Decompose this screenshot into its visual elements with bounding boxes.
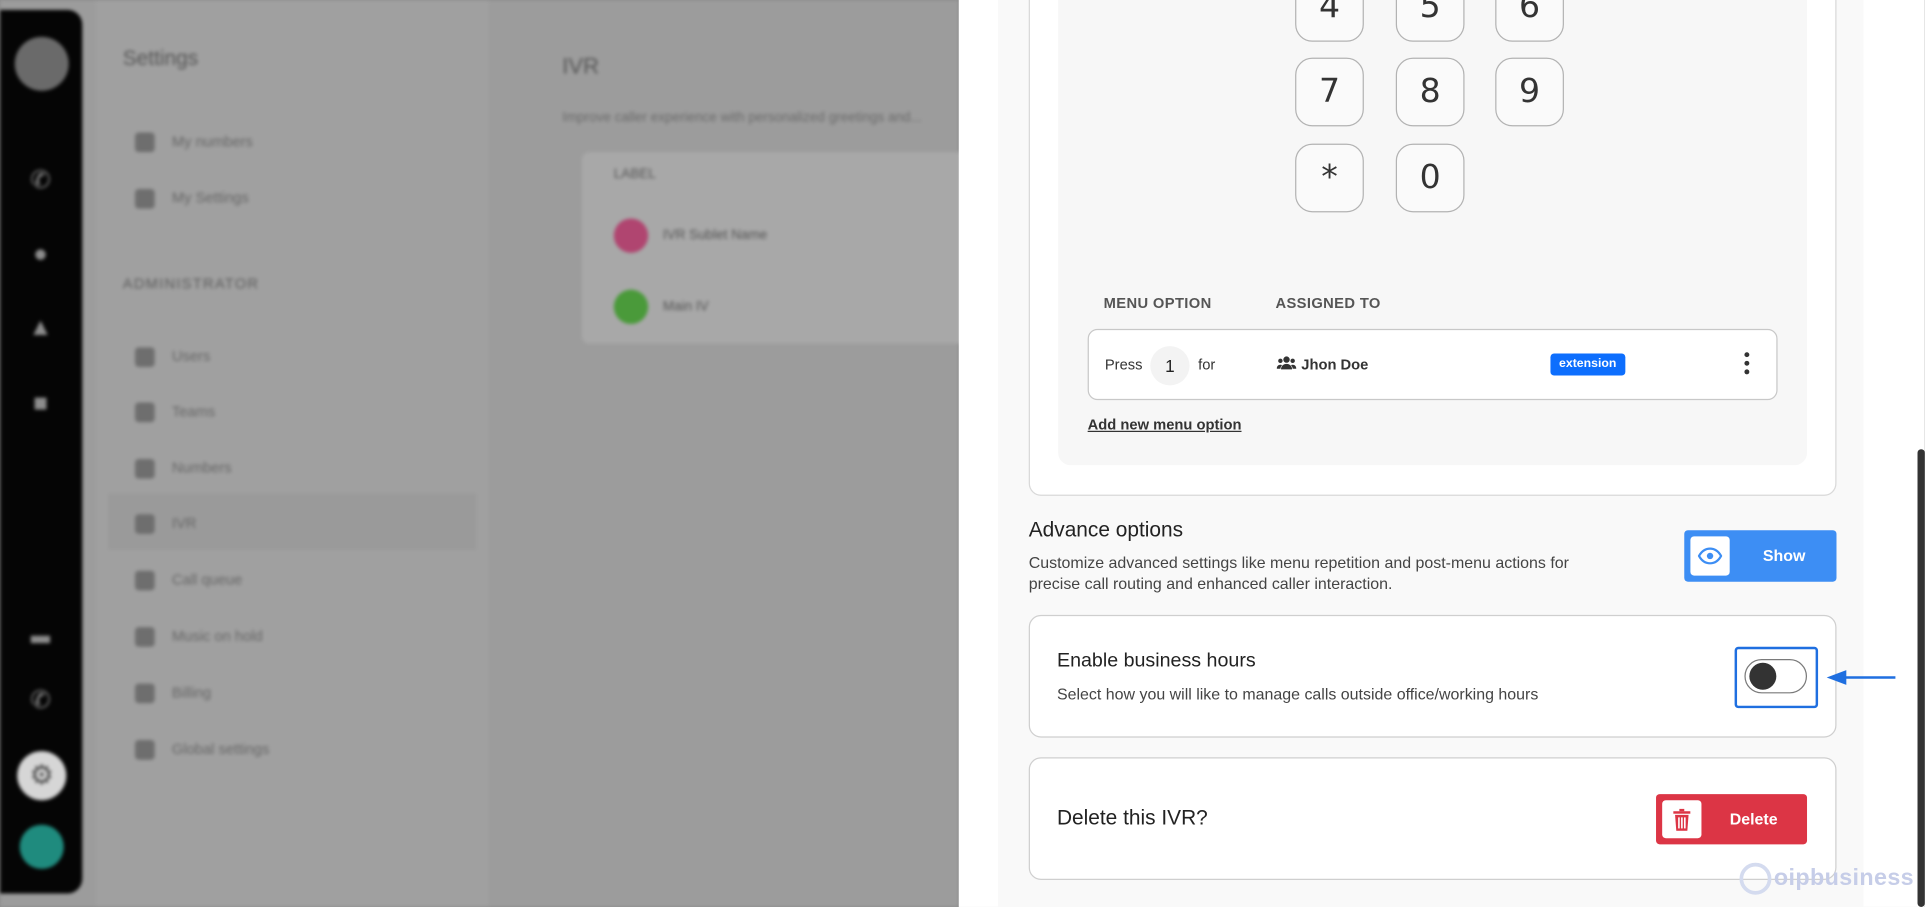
add-menu-option-link[interactable]: Add new menu option — [1088, 416, 1242, 433]
trash-icon — [1662, 800, 1702, 839]
press-label: Press — [1104, 355, 1143, 374]
column-header-menu-option: MENU OPTION — [1103, 294, 1212, 312]
advance-options-title: Advance options — [1028, 517, 1184, 542]
phone-icon: ✆ — [30, 166, 51, 194]
show-button-label: Show — [1762, 546, 1806, 565]
delete-button-label: Delete — [1729, 810, 1778, 829]
keypad-key-9[interactable]: 9 — [1495, 57, 1564, 127]
menu-option-row: Press 1 for Jhon Doe extension — [1087, 328, 1778, 401]
phone-settings-icon: ✆ — [30, 687, 51, 715]
nav-item: Users — [135, 347, 210, 367]
annotation-arrow-icon — [1826, 670, 1896, 685]
stats-icon: ▂ — [31, 616, 50, 644]
background-app: ✆ ● ▲ ■ ▂ ✆ ⚙ Settings My numbers My Set… — [0, 0, 1024, 907]
page-subtitle: Improve caller experience with personali… — [562, 110, 922, 126]
nav-item: Global settings — [135, 740, 269, 760]
user-avatar — [19, 824, 64, 869]
table-header: LABEL — [613, 166, 656, 182]
business-hours-title: Enable business hours — [1056, 650, 1256, 672]
eye-icon — [1690, 536, 1730, 576]
nav-item: Billing — [135, 683, 211, 704]
row-more-options-icon[interactable] — [1735, 349, 1760, 383]
page-title: IVR — [562, 54, 600, 79]
settings-title: Settings — [122, 46, 199, 70]
keypad-key-6[interactable]: 6 — [1495, 0, 1564, 42]
show-advanced-button[interactable]: Show — [1684, 530, 1837, 582]
keypad-key-8[interactable]: 8 — [1395, 57, 1465, 127]
assignee-name: Jhon Doe — [1301, 355, 1369, 374]
ivr-list-page: IVR Improve caller experience with perso… — [540, 0, 1024, 907]
menu-digit: 1 — [1150, 346, 1190, 386]
column-header-assigned-to: ASSIGNED TO — [1275, 294, 1381, 312]
toggle-knob — [1749, 662, 1777, 690]
keypad-key-5[interactable]: 5 — [1395, 0, 1465, 42]
delete-ivr-title: Delete this IVR? — [1056, 806, 1208, 830]
nav-item: My Settings — [135, 189, 249, 209]
nav-item: Music on hold — [135, 627, 263, 647]
advance-options-description: Customize advanced settings like menu re… — [1028, 553, 1569, 593]
chat-icon: ● — [33, 240, 48, 268]
table-row: IVR Sublet Name — [613, 218, 767, 253]
keypad-key-7[interactable]: 7 — [1295, 57, 1364, 127]
delete-ivr-button[interactable]: Delete — [1656, 794, 1808, 845]
business-hours-description: Select how you will like to manage calls… — [1056, 684, 1539, 704]
nav-item: My numbers — [135, 132, 253, 153]
business-hours-card — [1028, 614, 1837, 738]
settings-gear-icon: ⚙ — [17, 751, 67, 801]
users-icon — [1276, 355, 1297, 375]
nav-item: Teams — [135, 402, 215, 423]
for-label: for — [1198, 355, 1216, 374]
nav-item: IVR — [135, 514, 196, 534]
app-rail: ✆ ● ▲ ■ ▂ ✆ ⚙ — [0, 9, 83, 894]
app-logo — [14, 36, 69, 91]
table-row: Main IV — [613, 289, 709, 325]
assignee-type-badge: extension — [1550, 353, 1625, 376]
keypad-key-4[interactable]: 4 — [1295, 0, 1364, 42]
settings-sidebar: Settings My numbers My Settings ADMINIST… — [95, 0, 489, 907]
panel-scrollbar[interactable] — [1917, 449, 1925, 907]
keypad-key-star[interactable]: * — [1295, 143, 1364, 213]
contacts-icon: ▲ — [28, 314, 53, 342]
calendar-icon: ■ — [33, 390, 48, 418]
brand-watermark: oipbusiness — [1739, 862, 1915, 895]
nav-item: Numbers — [135, 459, 232, 479]
business-hours-toggle[interactable] — [1744, 659, 1808, 694]
admin-section-label: ADMINISTRATOR — [122, 274, 260, 293]
nav-item: Call queue — [135, 570, 242, 591]
keypad-key-0[interactable]: 0 — [1395, 143, 1465, 213]
